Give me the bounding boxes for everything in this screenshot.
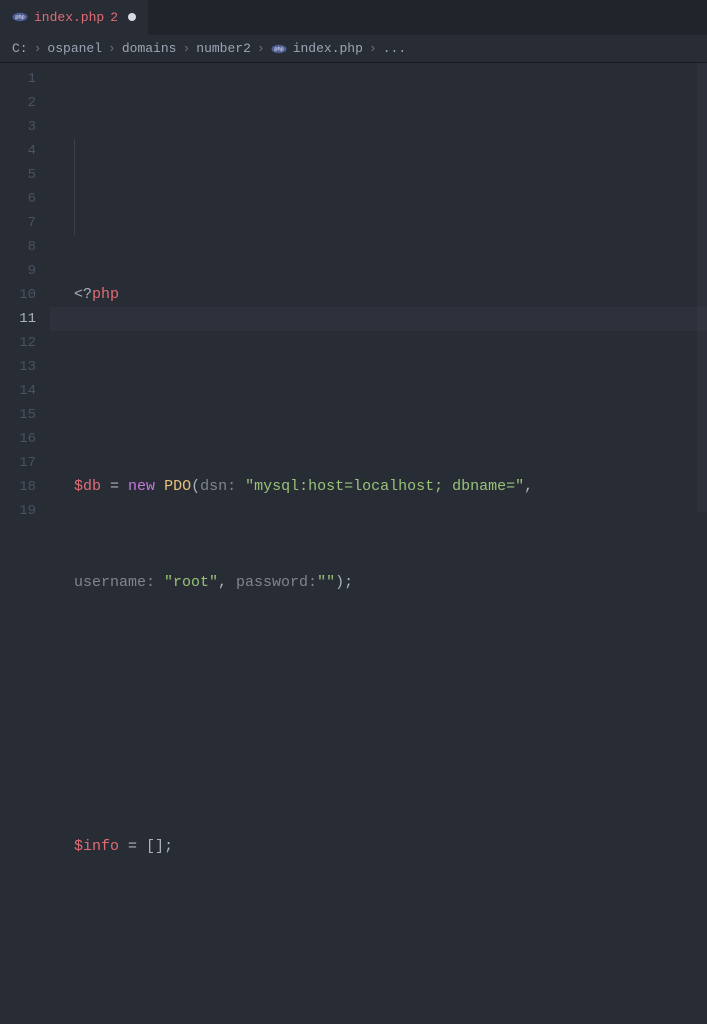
chevron-right-icon: ›: [34, 41, 42, 56]
chevron-right-icon: ›: [257, 41, 265, 56]
code-line: $db = new PDO(dsn: "mysql:host=localhost…: [50, 475, 707, 499]
line-number: 6: [0, 187, 36, 211]
crumb-symbol[interactable]: ...: [383, 41, 406, 56]
line-number: 15: [0, 403, 36, 427]
crumb-folder[interactable]: number2: [196, 41, 251, 56]
crumb-file[interactable]: index.php: [293, 41, 363, 56]
svg-text:php: php: [274, 46, 283, 52]
code-line: $info = [];: [50, 835, 707, 859]
code-line: username: "root", password:"");: [50, 571, 707, 595]
code-line: [50, 379, 707, 403]
crumb-folder[interactable]: domains: [122, 41, 177, 56]
line-number: 4: [0, 139, 36, 163]
line-number: 3: [0, 115, 36, 139]
php-file-icon: php: [271, 41, 287, 57]
breadcrumb[interactable]: C: › ospanel › domains › number2 › php i…: [0, 35, 707, 63]
line-number: 7: [0, 211, 36, 235]
chevron-right-icon: ›: [182, 41, 190, 56]
line-number: 12: [0, 331, 36, 355]
vertical-scrollbar[interactable]: [697, 63, 707, 512]
line-number: 19: [0, 499, 36, 523]
tab-index-php[interactable]: php index.php 2: [0, 0, 148, 35]
line-number: 5: [0, 163, 36, 187]
line-number: 11: [0, 307, 36, 331]
line-number: 14: [0, 379, 36, 403]
chevron-right-icon: ›: [108, 41, 116, 56]
tab-label: index.php: [34, 10, 104, 25]
tab-bar: php index.php 2: [0, 0, 707, 35]
code-line: [50, 739, 707, 763]
scrollbar-thumb[interactable]: [697, 63, 707, 512]
editor[interactable]: 1 2 3 4 5 6 7 8 9 10 11 12 13 14 15 16 1…: [0, 63, 707, 512]
code-area[interactable]: <?php $db = new PDO(dsn: "mysql:host=loc…: [50, 63, 707, 512]
code-line: [50, 187, 707, 211]
line-number: 16: [0, 427, 36, 451]
php-file-icon: php: [12, 9, 28, 25]
line-number: 17: [0, 451, 36, 475]
crumb-drive[interactable]: C:: [12, 41, 28, 56]
line-number: 10: [0, 283, 36, 307]
line-number: 18: [0, 475, 36, 499]
code-line: <?php: [50, 283, 707, 307]
line-number: 13: [0, 355, 36, 379]
line-number: 2: [0, 91, 36, 115]
line-number-gutter: 1 2 3 4 5 6 7 8 9 10 11 12 13 14 15 16 1…: [0, 63, 50, 512]
dirty-dot-icon: [128, 13, 136, 21]
tab-problem-badge: 2: [110, 10, 118, 25]
chevron-right-icon: ›: [369, 41, 377, 56]
line-number: 1: [0, 67, 36, 91]
svg-text:php: php: [15, 15, 24, 21]
line-number: 8: [0, 235, 36, 259]
code-line: [50, 667, 707, 691]
line-number: 9: [0, 259, 36, 283]
active-line-highlight: [50, 307, 707, 331]
code-line: [50, 931, 707, 955]
crumb-folder[interactable]: ospanel: [47, 41, 102, 56]
